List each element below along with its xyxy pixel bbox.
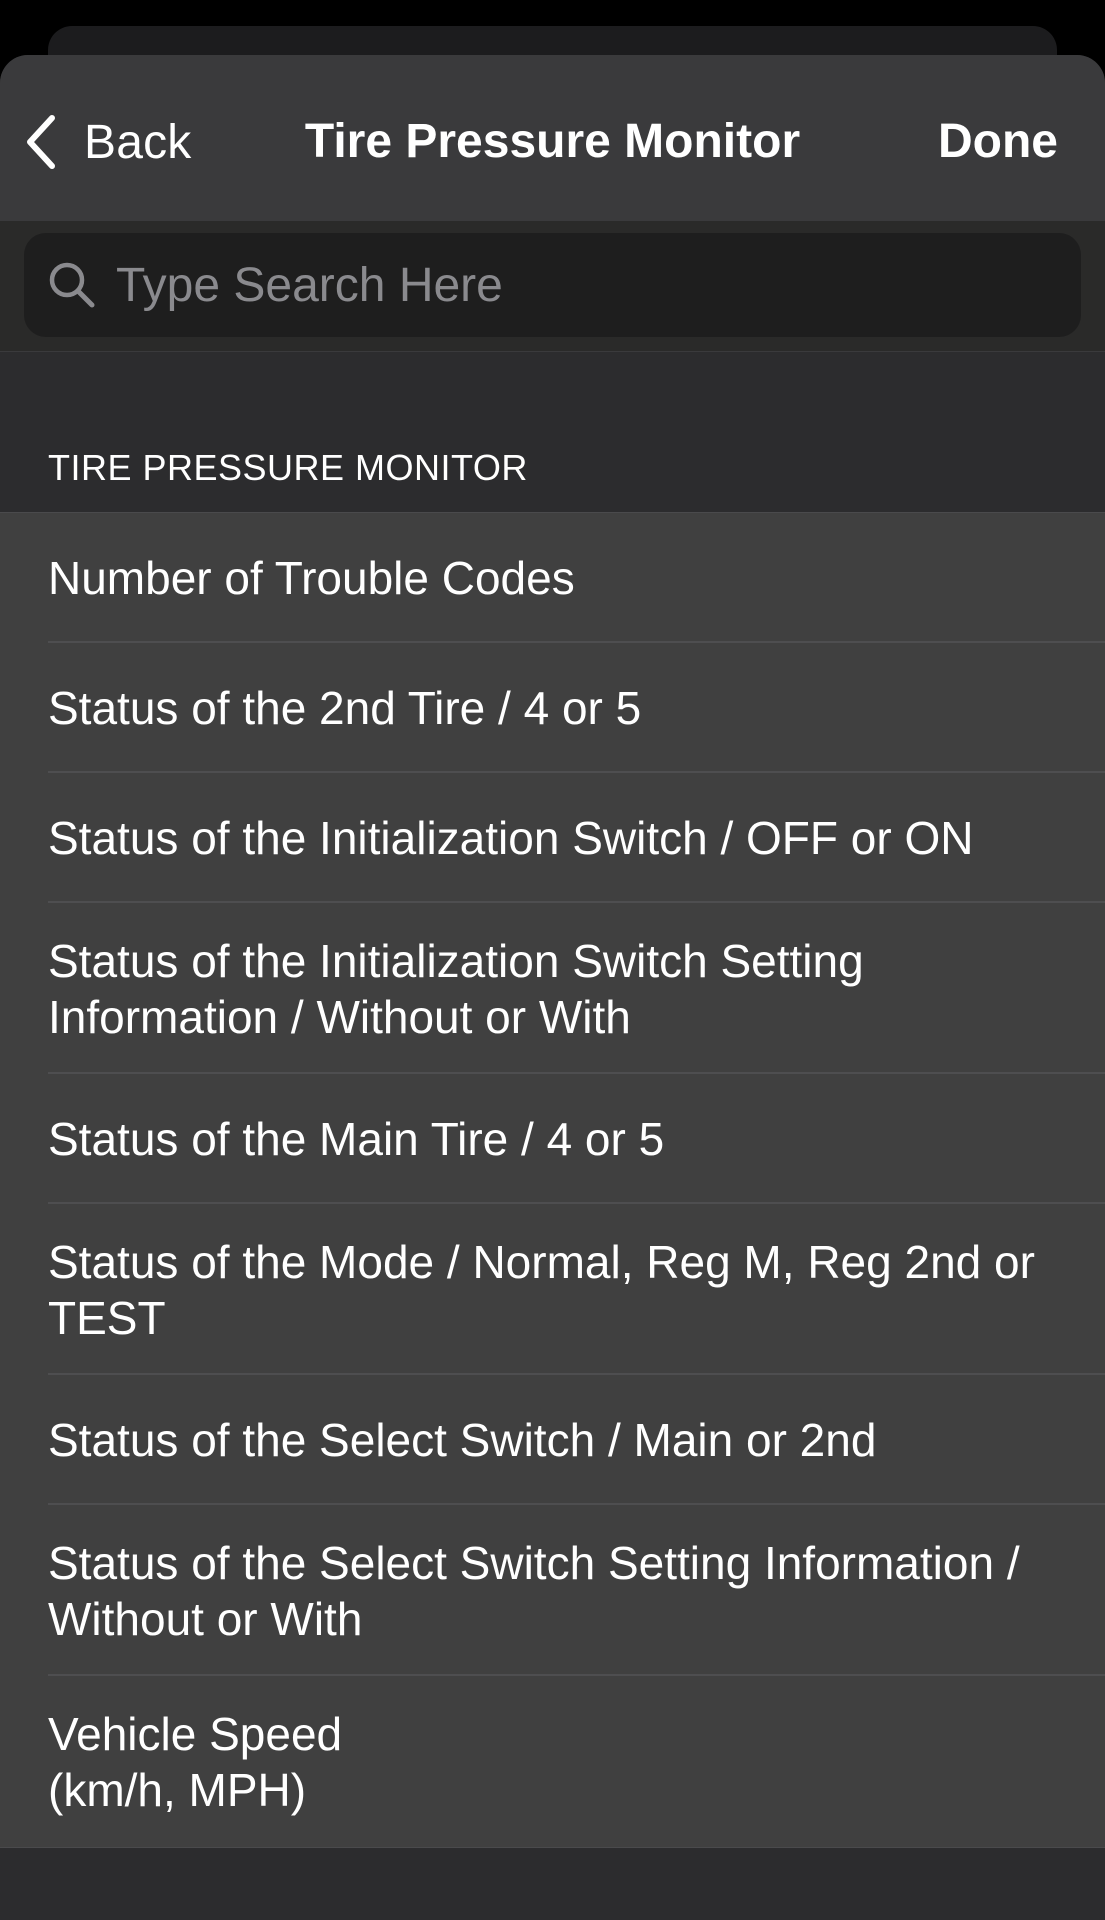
- parameter-list: Number of Trouble Codes Status of the 2n…: [0, 512, 1105, 1848]
- list-item[interactable]: Status of the Main Tire / 4 or 5: [0, 1074, 1105, 1204]
- list-item[interactable]: Status of the Initialization Switch Sett…: [0, 903, 1105, 1074]
- list-item[interactable]: Vehicle Speed (km/h, MPH): [0, 1676, 1105, 1847]
- list-item[interactable]: Status of the Mode / Normal, Reg M, Reg …: [0, 1204, 1105, 1375]
- back-button-label: Back: [84, 115, 192, 169]
- section-header: TIRE PRESSURE MONITOR: [48, 447, 528, 488]
- list-item-label: Status of the Select Switch / Main or 2n…: [48, 1414, 877, 1466]
- back-button[interactable]: Back: [22, 107, 192, 177]
- list-item-label: Vehicle Speed (km/h, MPH): [48, 1707, 343, 1816]
- list-item[interactable]: Status of the Select Switch Setting Info…: [0, 1505, 1105, 1676]
- list-item-label: Status of the Initialization Switch / OF…: [48, 812, 974, 864]
- list-item[interactable]: Status of the Select Switch / Main or 2n…: [0, 1375, 1105, 1505]
- navigation-bar: Back Tire Pressure Monitor Done: [0, 55, 1105, 221]
- list-item-label: Status of the Main Tire / 4 or 5: [48, 1113, 665, 1165]
- list-item[interactable]: Status of the 2nd Tire / 4 or 5: [0, 643, 1105, 773]
- search-field[interactable]: [24, 233, 1081, 337]
- done-button[interactable]: Done: [938, 107, 1058, 177]
- list-item-label: Number of Trouble Codes: [48, 552, 575, 604]
- search-input[interactable]: [114, 256, 1081, 314]
- list-item[interactable]: Number of Trouble Codes: [0, 513, 1105, 643]
- list-item[interactable]: Status of the Initialization Switch / OF…: [0, 773, 1105, 903]
- chevron-left-icon: [27, 115, 55, 169]
- list-item-label: Status of the Select Switch Setting Info…: [48, 1536, 1020, 1645]
- modal-sheet: Back Tire Pressure Monitor Done TIRE PRE…: [0, 55, 1105, 1920]
- search-bar: [0, 221, 1105, 352]
- list-item-label: Status of the Mode / Normal, Reg M, Reg …: [48, 1235, 1035, 1344]
- search-icon: [49, 262, 95, 308]
- list-item-label: Status of the Initialization Switch Sett…: [48, 934, 864, 1043]
- list-item-label: Status of the 2nd Tire / 4 or 5: [48, 682, 642, 734]
